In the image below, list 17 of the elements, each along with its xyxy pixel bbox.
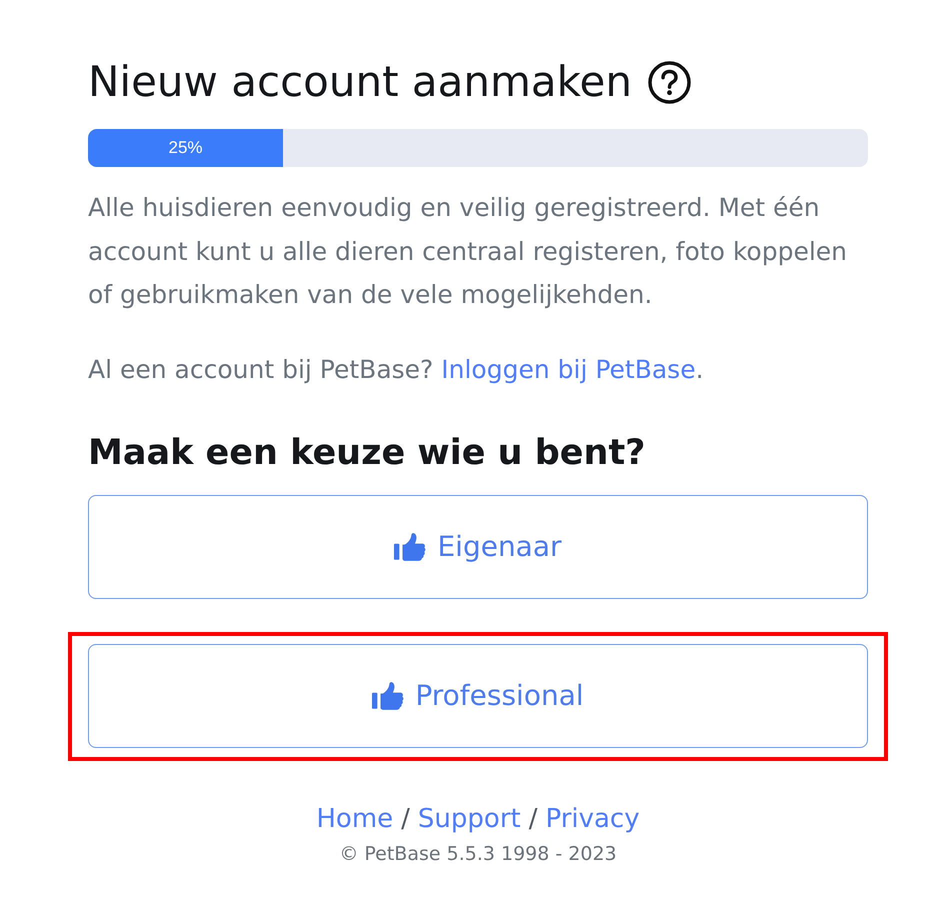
help-icon[interactable] bbox=[648, 60, 691, 104]
page-title: Nieuw account aanmaken bbox=[88, 56, 632, 108]
footer-separator: / bbox=[528, 802, 538, 836]
intro-paragraph: Alle huisdieren eenvoudig en veilig geregistreerd. Met één account kunt u alle dieren centraal registeren, foto koppelen of gebruikmaken van de vele mogelijkehden. bbox=[88, 192, 848, 311]
footer-link[interactable]: Privacy bbox=[545, 800, 640, 836]
role-button[interactable]: Eigenaar bbox=[88, 494, 868, 598]
login-prompt: Al een account bij PetBase? Inloggen bij PetBase. bbox=[88, 354, 705, 386]
footer-separator: / bbox=[401, 802, 410, 836]
copyright-text: © PetBase 5.5.3 1998 - 2023 bbox=[338, 842, 618, 866]
role-button[interactable]: Professional bbox=[88, 644, 868, 748]
progress-label: 25% bbox=[168, 138, 203, 158]
thumbs-up-icon bbox=[394, 532, 426, 562]
choice-heading: Maak een keuze wie u bent? bbox=[88, 432, 646, 474]
footer-link[interactable]: Support bbox=[418, 800, 521, 836]
login-link[interactable]: Inloggen bij PetBase bbox=[441, 354, 696, 384]
thumbs-up-icon bbox=[372, 680, 404, 710]
footer-link[interactable]: Home bbox=[316, 800, 394, 836]
